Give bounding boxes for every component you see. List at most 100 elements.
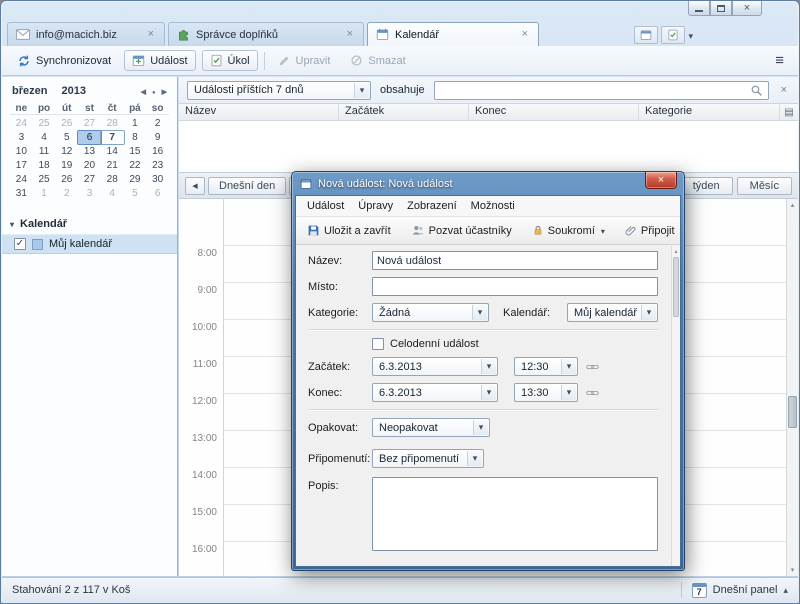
mini-calendar-day[interactable]: 20 — [78, 159, 101, 172]
event-range-dropdown[interactable]: Události příštích 7 dnů — [187, 81, 371, 100]
invite-attendees-button[interactable]: Pozvat účastníky — [406, 221, 517, 240]
event-list-area[interactable] — [179, 121, 798, 173]
open-tasks-tab-button[interactable] — [661, 26, 685, 44]
mini-calendar-day[interactable]: 21 — [101, 159, 124, 172]
column-header-start[interactable]: Začátek — [339, 104, 469, 120]
week-view-button[interactable]: týden — [680, 177, 733, 195]
column-header-end[interactable]: Konec — [469, 104, 639, 120]
end-time-dropdown[interactable]: 13:30 — [514, 383, 578, 402]
tab-mail[interactable]: info@macich.biz — [7, 22, 165, 46]
start-time-dropdown[interactable]: 12:30 — [514, 357, 578, 376]
mini-calendar-day[interactable]: 9 — [146, 131, 169, 144]
mini-calendar-day[interactable]: 2 — [146, 117, 169, 130]
mini-calendar-day[interactable]: 4 — [101, 187, 124, 200]
tab-calendar[interactable]: Kalendář — [367, 22, 539, 46]
mini-calendar-day[interactable]: 26 — [55, 117, 78, 130]
day-view-scrollbar[interactable] — [786, 199, 798, 576]
mini-calendar-day[interactable]: 12 — [55, 145, 78, 158]
mini-calendar-day[interactable]: 10 — [10, 145, 33, 158]
mini-calendar-day[interactable]: 30 — [146, 173, 169, 186]
synchronize-button[interactable]: Synchronizovat — [10, 51, 118, 71]
previous-month-icon[interactable] — [141, 85, 146, 97]
chevron-down-icon[interactable] — [688, 26, 693, 44]
new-task-button[interactable]: Úkol — [202, 50, 258, 71]
category-dropdown[interactable]: Žádná — [372, 303, 489, 322]
menu-event[interactable]: Událost — [300, 198, 351, 214]
mini-calendar-day[interactable]: 2 — [55, 187, 78, 200]
mini-calendar-day[interactable]: 25 — [33, 117, 56, 130]
delete-button[interactable]: Smazat — [343, 51, 412, 70]
allday-checkbox[interactable] — [372, 338, 384, 350]
search-input[interactable] — [440, 84, 750, 96]
mini-calendar-day[interactable]: 27 — [78, 173, 101, 186]
event-title-input[interactable] — [372, 251, 658, 270]
mini-calendar-day[interactable]: 23 — [146, 159, 169, 172]
mini-calendar-day[interactable]: 8 — [124, 131, 147, 144]
privacy-button[interactable]: Soukromí — [527, 221, 610, 240]
previous-day-button[interactable] — [185, 177, 205, 195]
app-menu-button[interactable] — [769, 52, 790, 69]
open-calendar-tab-button[interactable] — [634, 26, 658, 44]
mini-calendar-day[interactable]: 24 — [10, 117, 33, 130]
mini-calendar-day[interactable]: 26 — [55, 173, 78, 186]
column-header-category[interactable]: Kategorie — [639, 104, 780, 120]
mini-calendar-day[interactable]: 19 — [55, 159, 78, 172]
mini-calendar-day[interactable]: 11 — [33, 145, 56, 158]
mini-calendar-day[interactable]: 17 — [10, 159, 33, 172]
event-location-input[interactable] — [372, 277, 658, 296]
menu-options[interactable]: Možnosti — [464, 198, 522, 214]
mini-calendar-day[interactable]: 24 — [10, 173, 33, 186]
mini-calendar-day[interactable]: 28 — [101, 173, 124, 186]
mini-calendar-day[interactable]: 7 — [101, 131, 124, 144]
mini-calendar-day[interactable]: 5 — [55, 131, 78, 144]
today-pane-toggle[interactable]: 7 Dnešní panel — [681, 582, 788, 598]
month-view-button[interactable]: Měsíc — [737, 177, 792, 195]
mini-calendar-day[interactable]: 25 — [33, 173, 56, 186]
description-textarea[interactable] — [372, 477, 658, 551]
clear-filter-button[interactable] — [778, 84, 790, 96]
maximize-button[interactable] — [710, 1, 732, 16]
save-close-button[interactable]: Uložit a zavřít — [302, 221, 396, 240]
tab-close-icon[interactable] — [520, 29, 530, 40]
tab-addons[interactable]: Správce doplňků — [168, 22, 364, 46]
end-date-dropdown[interactable]: 6.3.2013 — [372, 383, 498, 402]
tab-close-icon[interactable] — [146, 29, 156, 40]
scroll-up-icon[interactable] — [672, 246, 680, 256]
mini-calendar-day[interactable]: 14 — [101, 145, 124, 158]
scroll-down-icon[interactable] — [787, 564, 798, 576]
calendar-dropdown[interactable]: Můj kalendář — [567, 303, 658, 322]
dialog-close-button[interactable] — [645, 172, 677, 189]
scroll-up-icon[interactable] — [787, 199, 798, 211]
mini-calendar-day[interactable]: 22 — [124, 159, 147, 172]
mini-calendar-day[interactable]: 18 — [33, 159, 56, 172]
tab-close-icon[interactable] — [345, 29, 355, 40]
dialog-titlebar[interactable]: Nová událost: Nová událost — [292, 172, 684, 195]
scrollbar-thumb[interactable] — [673, 257, 679, 317]
mini-calendar-day[interactable]: 29 — [124, 173, 147, 186]
repeat-dropdown[interactable]: Neopakovat — [372, 418, 490, 437]
mini-calendar-day[interactable]: 16 — [146, 145, 169, 158]
calendar-checkbox[interactable] — [14, 238, 26, 250]
edit-button[interactable]: Upravit — [271, 51, 338, 70]
mini-calendar-day[interactable]: 1 — [124, 117, 147, 130]
mini-calendar-day[interactable]: 31 — [10, 187, 33, 200]
mini-calendar-day[interactable]: 13 — [78, 145, 101, 158]
today-button[interactable]: Dnešní den — [208, 177, 286, 195]
dialog-scrollbar[interactable] — [671, 246, 680, 566]
calendar-list-item[interactable]: Můj kalendář — [2, 234, 177, 254]
minimize-button[interactable] — [688, 1, 710, 16]
mini-calendar-day[interactable]: 5 — [124, 187, 147, 200]
mini-calendar-day[interactable]: 27 — [78, 117, 101, 130]
mini-calendar-day[interactable]: 3 — [10, 131, 33, 144]
next-month-icon[interactable] — [162, 85, 167, 97]
mini-calendar-day[interactable]: 6 — [146, 187, 169, 200]
mini-calendar-day[interactable]: 4 — [33, 131, 56, 144]
column-picker-icon[interactable] — [780, 104, 798, 120]
mini-calendar-day[interactable]: 28 — [101, 117, 124, 130]
column-header-name[interactable]: Název — [179, 104, 339, 120]
mini-calendar-day[interactable]: 1 — [33, 187, 56, 200]
attach-button[interactable]: Připojit — [620, 221, 681, 240]
mini-calendar-day[interactable]: 3 — [78, 187, 101, 200]
calendar-list-header[interactable]: Kalendář — [2, 214, 177, 234]
new-event-button[interactable]: Událost — [124, 50, 195, 71]
